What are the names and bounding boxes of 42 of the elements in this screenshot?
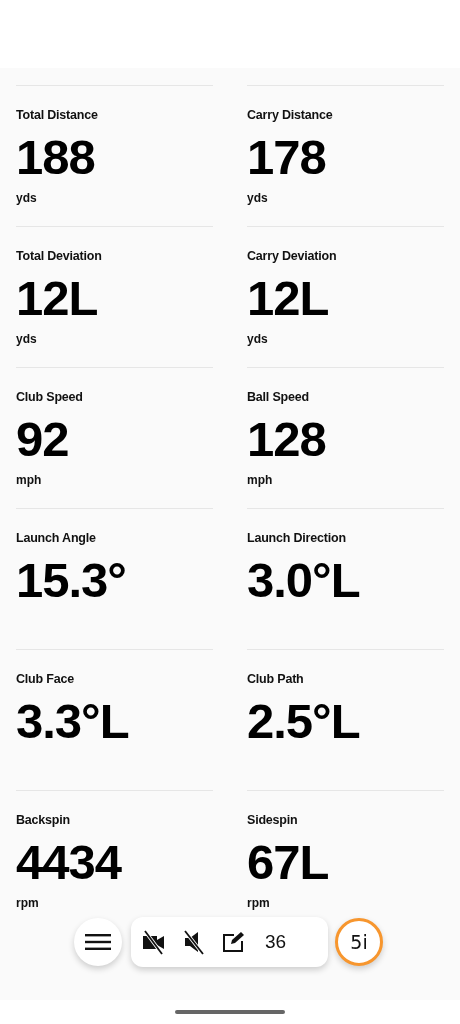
metric-value: 128: [247, 415, 326, 464]
metric-value: 12L: [247, 274, 329, 323]
menu-button[interactable]: [74, 918, 122, 966]
mute-button[interactable]: [181, 929, 207, 955]
metric-label: Club Path: [247, 672, 304, 686]
metric-label: Carry Distance: [247, 108, 333, 122]
metric-label: Launch Direction: [247, 531, 346, 545]
speaker-off-icon: [183, 929, 205, 955]
metric-value: 3.0°L: [247, 556, 360, 605]
metric-value: 4434: [16, 838, 121, 887]
video-off-button[interactable]: [141, 929, 167, 955]
metric-unit: yds: [247, 191, 268, 205]
metric-unit: yds: [16, 332, 37, 346]
metric-label: Club Face: [16, 672, 74, 686]
metric-value: 12L: [16, 274, 98, 323]
metric-label: Total Distance: [16, 108, 98, 122]
metric-value: 3.3°L: [16, 697, 129, 746]
metric-label: Carry Deviation: [247, 249, 337, 263]
menu-icon: [85, 934, 111, 950]
club-button[interactable]: 5i: [335, 918, 383, 966]
metric-unit: mph: [16, 473, 42, 487]
metric-label: Launch Angle: [16, 531, 96, 545]
metric-label: Ball Speed: [247, 390, 309, 404]
metric-unit: rpm: [247, 896, 270, 910]
metric-unit: rpm: [16, 896, 39, 910]
video-off-icon: [143, 929, 164, 955]
metric-label: Sidespin: [247, 813, 298, 827]
edit-button[interactable]: [221, 930, 245, 954]
metric-value: 92: [16, 415, 69, 464]
shot-count: 36: [265, 931, 287, 953]
edit-icon: [223, 932, 244, 952]
metric-unit: yds: [247, 332, 268, 346]
metric-label: Total Deviation: [16, 249, 102, 263]
metric-unit: mph: [247, 473, 273, 487]
metric-label: Backspin: [16, 813, 70, 827]
metric-value: 15.3°: [16, 556, 126, 605]
metric-label: Club Speed: [16, 390, 83, 404]
metric-value: 178: [247, 133, 326, 182]
metric-unit: yds: [16, 191, 37, 205]
metric-value: 2.5°L: [247, 697, 360, 746]
metric-value: 188: [16, 133, 95, 182]
metric-value: 67L: [247, 838, 329, 887]
